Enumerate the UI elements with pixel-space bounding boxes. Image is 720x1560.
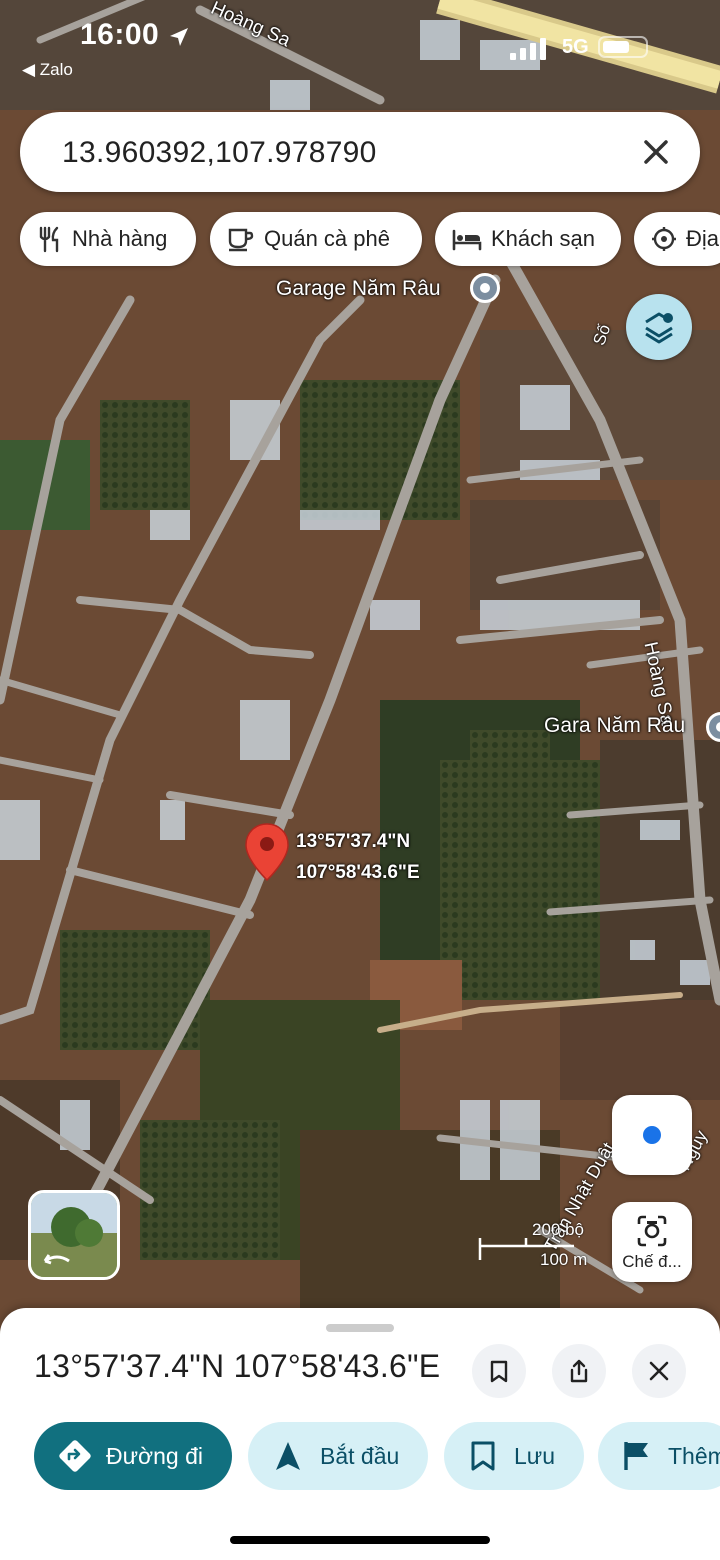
battery-icon [598,36,648,58]
restaurant-icon [39,226,59,253]
start-button[interactable]: Bắt đầu [248,1422,428,1490]
layers-button[interactable] [626,294,692,360]
chip-label: Địa [686,226,720,251]
dropped-pin-icon[interactable] [244,822,290,884]
search-input[interactable]: 13.960392,107.978790 [62,136,377,170]
layers-icon [645,312,673,344]
chip-label: Khách sạn [491,226,595,251]
close-icon [649,1361,669,1381]
directions-label: Đường đi [106,1442,203,1469]
place-title: 13°57'37.4"N 107°58'43.6"E [34,1348,441,1384]
attraction-icon [652,227,676,251]
share-icon [570,1359,588,1383]
chip-restaurants[interactable]: Nhà hàng [20,212,196,266]
home-indicator[interactable] [230,1536,490,1544]
pin-longitude: 107°58'43.6"E [296,862,420,883]
pin-coordinates-label: 13°57'37.4"N 107°58'43.6"E [296,826,420,888]
chip-attractions[interactable]: Địa [634,212,720,266]
save-label: Lưu [514,1442,555,1469]
my-location-button[interactable] [612,1095,692,1175]
save-bookmark-button[interactable] [472,1344,526,1398]
coffee-icon [228,228,254,252]
scale-feet: 200 bộ [532,1220,584,1239]
scale-meters: 100 m [540,1250,588,1269]
share-button[interactable] [552,1344,606,1398]
status-time: 16:00 [80,18,160,51]
street-view-thumbnail[interactable] [28,1190,120,1280]
status-bar: 16:00 ◀ Zalo 5G [0,0,720,100]
hotel-icon [452,229,482,251]
street-view-image [31,1193,117,1277]
close-icon[interactable] [638,134,674,170]
back-to-app-link[interactable]: ◀ Zalo [22,60,73,80]
directions-button[interactable]: Đường đi [34,1422,232,1490]
flag-icon [624,1442,648,1470]
more-button[interactable]: Thêm [598,1422,720,1490]
close-sheet-button[interactable] [632,1344,686,1398]
chip-label: Nhà hàng [72,226,168,251]
location-arrow-icon [170,28,188,46]
more-label: Thêm [668,1442,720,1469]
navigation-arrow-icon [276,1442,300,1470]
start-label: Bắt đầu [320,1442,400,1469]
network-type: 5G [562,36,589,58]
lens-button[interactable]: Chế đ... [612,1202,692,1282]
place-bottom-sheet[interactable]: 13°57'37.4"N 107°58'43.6"E Đường đi Bắt … [0,1308,720,1560]
lens-label: Chế đ... [622,1252,682,1271]
chip-label: Quán cà phê [264,226,390,251]
signal-strength-icon [510,38,546,60]
place-label[interactable]: Gara Năm Râu [544,714,685,738]
bookmark-icon [490,1360,508,1383]
place-label[interactable]: Garage Năm Râu [276,277,441,301]
chip-hotels[interactable]: Khách sạn [435,212,621,266]
directions-icon [59,1440,91,1472]
sheet-drag-handle[interactable] [326,1324,394,1332]
camera-icon [637,1215,667,1247]
pin-latitude: 13°57'37.4"N [296,831,411,852]
chip-coffee[interactable]: Quán cà phê [210,212,422,266]
save-button[interactable]: Lưu [444,1422,584,1490]
garage-marker[interactable] [470,273,500,303]
search-bar[interactable]: 13.960392,107.978790 [20,112,700,192]
bookmark-icon [471,1441,495,1471]
